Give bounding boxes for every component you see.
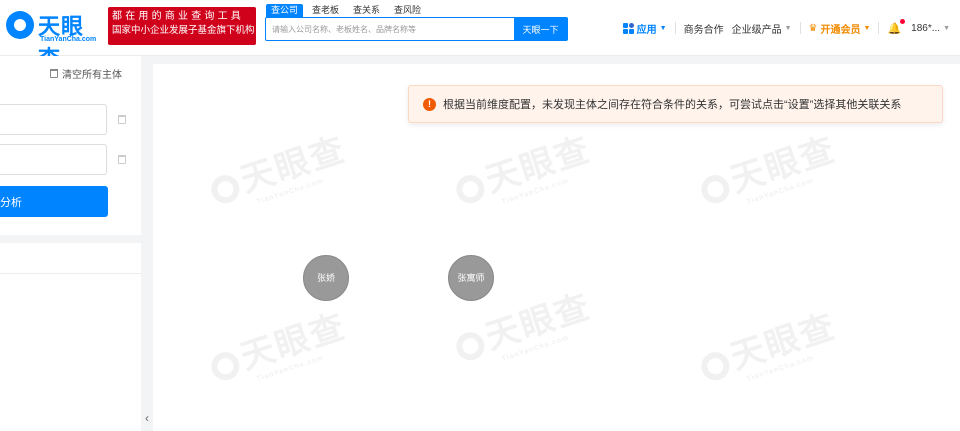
warning-icon: !: [423, 97, 436, 111]
vip-menu[interactable]: ♛ 开通会员 ▼: [809, 21, 871, 36]
tab-company[interactable]: 查公司: [266, 4, 304, 18]
nav-divider: [878, 22, 880, 34]
enterprise-label: 企业级产品: [731, 24, 782, 36]
person-node-2[interactable]: 张寓师: [448, 255, 494, 301]
watermark-logo-icon: [452, 328, 489, 364]
apps-grid-icon: [622, 22, 634, 34]
panel-divider: [0, 273, 141, 274]
slogan-banner[interactable]: 都在用的商业查询工具 国家中小企业发展子基金旗下机构: [108, 7, 256, 45]
apps-label: 应用: [636, 24, 657, 36]
alert-message: 根据当前维度配置，未发现主体之间存在符合条件的关系，可尝试点击“设置”选择其他关…: [443, 99, 902, 111]
tab-boss[interactable]: 查老板: [307, 4, 344, 18]
logo-url: TianYanCha.com: [40, 36, 97, 43]
tianyancha-logo[interactable]: 天眼查 TianYanCha.com: [6, 9, 102, 71]
entity-input-1[interactable]: [0, 104, 107, 135]
delete-entity-1-icon[interactable]: [118, 115, 126, 124]
chevron-down-icon: ▼: [659, 24, 667, 32]
crown-icon: ♛: [808, 22, 818, 34]
watermark: 天眼查 TianYanCha.com: [203, 122, 353, 219]
watermark-logo-icon: [207, 348, 244, 384]
watermark-logo-icon: [697, 171, 734, 207]
nav-divider: [674, 22, 676, 34]
user-menu[interactable]: 🔔 186*... ▼: [887, 18, 950, 35]
relation-graph-canvas[interactable]: 天眼查 TianYanCha.com 天眼查 TianYanCha.com 天眼查 T…: [153, 64, 960, 431]
collapse-panel-button[interactable]: ‹: [141, 405, 153, 431]
watermark: 天眼查 TianYanCha.com: [693, 122, 843, 219]
tab-relation[interactable]: 查关系: [348, 4, 385, 18]
bell-icon[interactable]: 🔔: [887, 18, 906, 35]
watermark: 天眼查 TianYanCha.com: [693, 299, 843, 396]
clear-all-label: 清空所有主体: [62, 70, 122, 81]
delete-entity-2-icon[interactable]: [118, 155, 126, 164]
analyze-button[interactable]: 分析: [0, 186, 108, 217]
watermark-logo-icon: [697, 348, 734, 384]
notification-dot: [900, 18, 906, 24]
tab-risk[interactable]: 查风险: [389, 4, 426, 18]
header-nav: 应用 ▼ 商务合作 企业级产品 ▼ ♛ 开通会员 ▼ 🔔 186*... ▼: [622, 18, 950, 38]
search-tabs: 查公司 查老板 查关系 查风险: [266, 4, 426, 18]
search-button[interactable]: 天眼一下: [514, 18, 567, 40]
top-header: 天眼查 TianYanCha.com 都在用的商业查询工具 国家中小企业发展子基…: [0, 0, 960, 71]
chevron-down-icon: ▼: [943, 24, 950, 32]
enterprise-products-menu[interactable]: 企业级产品 ▼: [732, 21, 792, 36]
watermark-logo-icon: [207, 171, 244, 207]
watermark: 天眼查 TianYanCha.com: [203, 299, 353, 396]
user-label: 186*...: [911, 22, 941, 34]
watermark-logo-icon: [452, 171, 489, 207]
vip-label: 开通会员: [820, 24, 861, 36]
slogan-line2: 国家中小企业发展子基金旗下机构: [112, 25, 255, 36]
trash-icon: [50, 69, 58, 78]
watermark: 天眼查 TianYanCha.com: [448, 122, 598, 219]
nav-divider: [799, 22, 801, 34]
left-panel: 清空所有主体 分析: [0, 56, 141, 431]
business-cooperation-link[interactable]: 商务合作: [684, 21, 724, 36]
slogan-line1: 都在用的商业查询工具: [112, 11, 244, 22]
person-node-1[interactable]: 张娇: [303, 255, 349, 301]
no-relation-alert: ! 根据当前维度配置，未发现主体之间存在符合条件的关系，可尝试点击“设置”选择其…: [408, 85, 943, 123]
entity-input-2[interactable]: [0, 144, 107, 175]
apps-menu[interactable]: 应用 ▼: [622, 21, 667, 36]
search-box: 天眼一下: [265, 17, 568, 41]
chevron-down-icon: ▼: [784, 24, 792, 32]
logo-eye-icon: [6, 11, 34, 39]
chevron-down-icon: ▼: [863, 24, 871, 32]
clear-all-button[interactable]: 清空所有主体: [50, 66, 122, 81]
panel-section-gap: [0, 235, 141, 243]
search-input[interactable]: [266, 18, 514, 40]
